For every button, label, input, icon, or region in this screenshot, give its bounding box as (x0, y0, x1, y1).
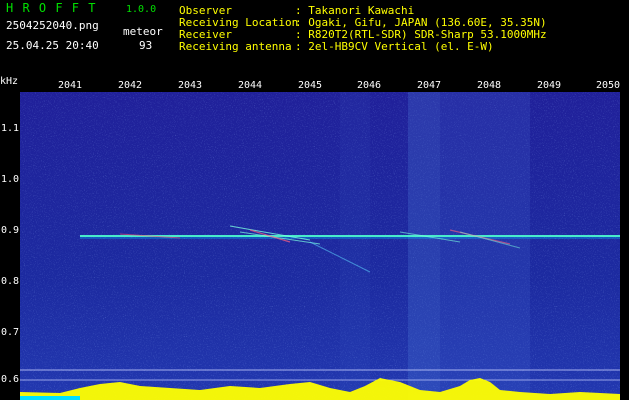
x-tick-label: 2041 (58, 80, 83, 91)
field-key-antenna: Receiving antenna (179, 40, 292, 53)
y-tick-label: 0.6 (1, 374, 20, 385)
spectrogram-plot (20, 92, 620, 400)
x-tick-label: 2047 (417, 80, 442, 91)
noise-band (340, 92, 370, 400)
y-tick-label: 1.1 (1, 123, 20, 134)
x-tick-label: 2049 (537, 80, 562, 91)
noise-band (440, 92, 530, 400)
x-tick-label: 2048 (477, 80, 502, 91)
app-version: 1.0.0 (126, 4, 157, 15)
x-tick-label: 2043 (178, 80, 203, 91)
y-tick-label: 0.8 (1, 276, 20, 287)
datetime: 25.04.25 20:40 (6, 39, 99, 52)
x-tick-label: 2045 (298, 80, 323, 91)
meteor-label: meteor (123, 25, 163, 38)
y-tick-label: 1.0 (1, 174, 20, 185)
app-name: H R O F F T (6, 1, 97, 15)
x-tick-label: 2044 (238, 80, 263, 91)
x-tick-label: 2050 (596, 80, 621, 91)
y-axis-unit: kHz (0, 76, 19, 87)
y-tick-label: 0.9 (1, 225, 20, 236)
y-tick-label: 0.7 (1, 327, 20, 338)
x-tick-label: 2042 (118, 80, 143, 91)
filename: 2504252040.png (6, 19, 99, 32)
x-tick-label: 2046 (357, 80, 382, 91)
level-bar-cyan (20, 396, 80, 400)
meteor-count: 93 (139, 39, 153, 52)
hrofft-window: H R O F F T 1.0.0 2504252040.png meteor … (0, 0, 629, 400)
field-value-antenna: : 2el-HB9CV Vertical (el. E-W) (295, 40, 494, 53)
spectrogram-svg (20, 92, 620, 400)
noise-band (408, 92, 440, 400)
